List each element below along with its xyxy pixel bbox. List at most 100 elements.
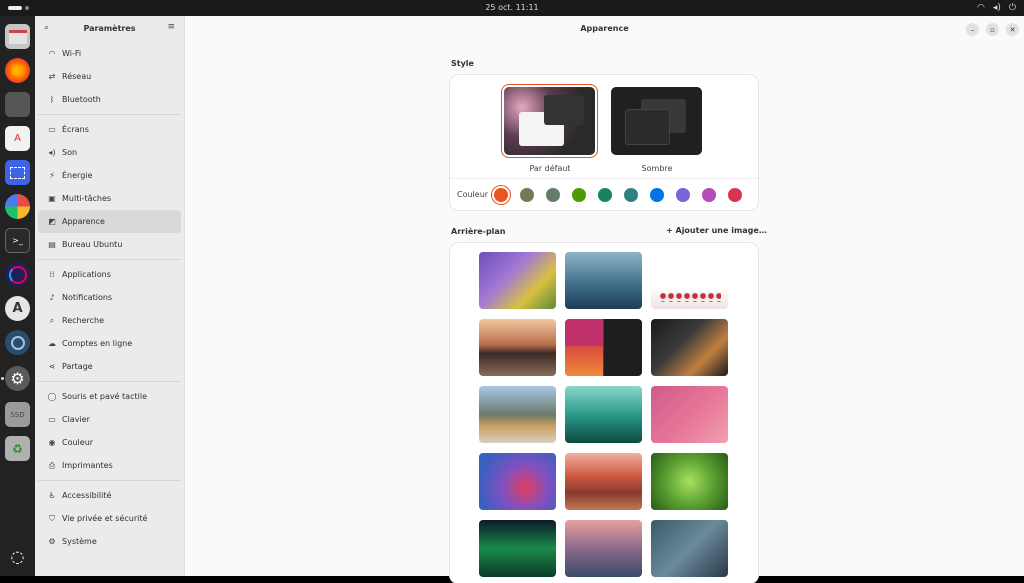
accent-swatch-10[interactable] xyxy=(728,188,742,202)
sidebar-item-partage[interactable]: ⋖ Partage xyxy=(38,355,181,378)
firefox-icon[interactable] xyxy=(5,58,30,83)
sidebar-item-label: Son xyxy=(62,148,78,157)
wallpaper-9[interactable] xyxy=(651,386,728,443)
wallpaper-3[interactable] xyxy=(651,252,728,309)
sidebar-separator xyxy=(38,114,181,115)
search-icon: ⌕ xyxy=(49,315,55,325)
sidebar-item-multi-t-ches[interactable]: ▣ Multi-tâches xyxy=(38,187,181,210)
wallpaper-6[interactable] xyxy=(651,319,728,376)
software-center-icon[interactable]: A xyxy=(5,296,30,321)
sidebar-group: ▭ Écrans ◂) Son ⚡ Énergie ▣ Multi-tâches ◩ Appare… xyxy=(35,118,184,256)
minimize-button[interactable]: – xyxy=(966,23,979,36)
sidebar: ⌕ Paramètres ≡ ◠ Wi-Fi ⇄ Réseau ᛒ Bluetooth ▭ É… xyxy=(35,16,185,576)
bluetooth-icon: ᛒ xyxy=(49,95,55,104)
text-editor-icon[interactable]: A xyxy=(5,126,30,151)
sidebar-item-label: Clavier xyxy=(62,415,90,424)
sidebar-item-applications[interactable]: ⁞⁞ Applications xyxy=(38,263,181,286)
screenshot-icon[interactable] xyxy=(5,160,30,185)
sidebar-item-label: Souris et pavé tactile xyxy=(62,392,147,401)
apps-window-icon[interactable] xyxy=(5,92,30,117)
color-label: Couleur xyxy=(457,190,489,199)
sidebar-item-imprimantes[interactable]: ⎙ Imprimantes xyxy=(38,454,181,477)
main-panel: Apparence – ▫ ✕ Style Par défaut Sombre … xyxy=(185,16,1024,583)
sidebar-group: ⁞⁞ Applications ♪ Notifications ⌕ Recherche ☁ C… xyxy=(35,263,184,378)
wallpaper-2[interactable] xyxy=(565,252,642,309)
accent-swatch-7[interactable] xyxy=(650,188,664,202)
accent-swatch-8[interactable] xyxy=(676,188,690,202)
sidebar-item-r-seau[interactable]: ⇄ Réseau xyxy=(38,65,181,88)
settings-icon[interactable]: ⚙ xyxy=(5,366,30,391)
wallpaper-1[interactable] xyxy=(479,252,556,309)
sidebar-item-label: Applications xyxy=(62,270,111,279)
sidebar-item-comptes-en-ligne[interactable]: ☁ Comptes en ligne xyxy=(38,332,181,355)
add-image-button[interactable]: + Ajouter une image… xyxy=(666,226,767,235)
main-header: Apparence – ▫ ✕ xyxy=(185,16,1024,42)
network-icon: ⇄ xyxy=(48,72,56,81)
files-icon[interactable] xyxy=(5,24,30,49)
sidebar-item-couleur[interactable]: ◉ Couleur xyxy=(38,431,181,454)
sidebar-nav: ◠ Wi-Fi ⇄ Réseau ᛒ Bluetooth ▭ Écrans ◂) Son ⚡ Éner… xyxy=(35,42,184,553)
sidebar-item-clavier[interactable]: ▭ Clavier xyxy=(38,408,181,431)
style-default-option[interactable] xyxy=(504,87,595,155)
plus-icon: + xyxy=(666,226,676,235)
wallpaper-12[interactable] xyxy=(651,453,728,510)
menu-icon[interactable]: ≡ xyxy=(167,22,175,32)
system-tray[interactable]: ◠ ◂) ⏻ xyxy=(977,3,1016,13)
wallpaper-8[interactable] xyxy=(565,386,642,443)
sidebar-item-label: Apparence xyxy=(62,217,105,226)
disk-usage-icon[interactable] xyxy=(5,330,30,355)
sidebar-item-label: Recherche xyxy=(62,316,105,325)
accent-swatch-6[interactable] xyxy=(624,188,638,202)
accent-swatch-2[interactable] xyxy=(520,188,534,202)
sidebar-group: ◠ Wi-Fi ⇄ Réseau ᛒ Bluetooth xyxy=(35,42,184,111)
sidebar-item-apparence[interactable]: ◩ Apparence xyxy=(38,210,181,233)
sidebar-item-souris-et-pav-tactile[interactable]: ◯ Souris et pavé tactile xyxy=(38,385,181,408)
sidebar-item-label: Bluetooth xyxy=(62,95,101,104)
sidebar-item-label: Bureau Ubuntu xyxy=(62,240,123,249)
wifi-icon: ◠ xyxy=(48,49,56,58)
wallpaper-5[interactable] xyxy=(565,319,642,376)
dock: A >_ A ⚙ SSD ♻ ◌ xyxy=(0,16,35,576)
ssd-drive-icon[interactable]: SSD xyxy=(5,402,30,427)
wallpaper-4[interactable] xyxy=(479,319,556,376)
sidebar-separator xyxy=(38,381,181,382)
accent-swatch-1[interactable] xyxy=(494,188,508,202)
top-bar: 25 oct. 11:11 ◠ ◂) ⏻ xyxy=(0,0,1024,16)
terminal-icon[interactable]: >_ xyxy=(5,228,30,253)
sidebar-item-bureau-ubuntu[interactable]: ▤ Bureau Ubuntu xyxy=(38,233,181,256)
sidebar-item-vie-priv-e-et-s-curit-[interactable]: ⛉ Vie privée et sécurité xyxy=(38,507,181,530)
wallpaper-14[interactable] xyxy=(565,520,642,577)
sidebar-item-accessibilit-[interactable]: ♿ Accessibilité xyxy=(38,484,181,507)
sidebar-item-son[interactable]: ◂) Son xyxy=(38,141,181,164)
wallpaper-11[interactable] xyxy=(565,453,642,510)
accent-swatch-9[interactable] xyxy=(702,188,716,202)
accent-swatch-4[interactable] xyxy=(572,188,586,202)
style-heading: Style xyxy=(451,59,474,68)
style-dark-label: Sombre xyxy=(641,164,673,173)
color-picker-icon[interactable] xyxy=(5,194,30,219)
wallpaper-10[interactable] xyxy=(479,453,556,510)
share-icon: ⋖ xyxy=(48,362,56,371)
sidebar-item-label: Comptes en ligne xyxy=(62,339,133,348)
sidebar-item--crans[interactable]: ▭ Écrans xyxy=(38,118,181,141)
wallpaper-15[interactable] xyxy=(651,520,728,577)
sidebar-item-label: Réseau xyxy=(62,72,92,81)
sidebar-item-syst-me[interactable]: ⚙ Système xyxy=(38,530,181,553)
trash-icon[interactable]: ♻ xyxy=(5,436,30,461)
sidebar-item--nergie[interactable]: ⚡ Énergie xyxy=(38,164,181,187)
accent-swatch-5[interactable] xyxy=(598,188,612,202)
accent-swatch-3[interactable] xyxy=(546,188,560,202)
wallpaper-13[interactable] xyxy=(479,520,556,577)
sidebar-item-recherche[interactable]: ⌕ Recherche xyxy=(38,309,181,332)
style-dark-option[interactable] xyxy=(611,87,702,155)
sidebar-item-bluetooth[interactable]: ᛒ Bluetooth xyxy=(38,88,181,111)
sidebar-item-notifications[interactable]: ♪ Notifications xyxy=(38,286,181,309)
show-apps-icon[interactable]: ◌ xyxy=(5,544,30,569)
sidebar-item-label: Système xyxy=(62,537,97,546)
sidebar-item-wi-fi[interactable]: ◠ Wi-Fi xyxy=(38,42,181,65)
close-button[interactable]: ✕ xyxy=(1006,23,1019,36)
clock[interactable]: 25 oct. 11:11 xyxy=(0,3,1024,12)
wallpaper-7[interactable] xyxy=(479,386,556,443)
orbit-app-icon[interactable] xyxy=(5,262,30,287)
maximize-button[interactable]: ▫ xyxy=(986,23,999,36)
